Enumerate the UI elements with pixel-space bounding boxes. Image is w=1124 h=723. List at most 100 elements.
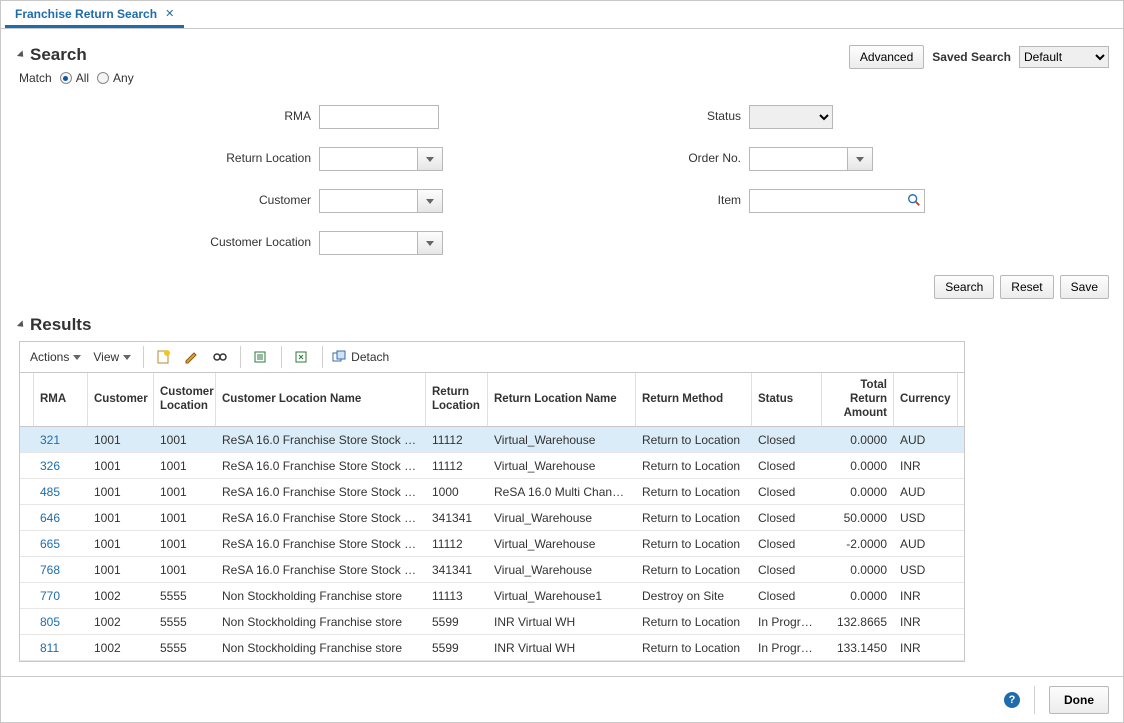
close-icon[interactable]: ✕ [165, 7, 174, 20]
page-body: Search Match All Any Advanced Saved Sear… [1, 29, 1123, 676]
reset-button[interactable]: Reset [1000, 275, 1053, 299]
return-location-input[interactable] [319, 147, 417, 171]
radio-icon [60, 72, 72, 84]
cell-customer-location: 1001 [154, 459, 216, 473]
chevron-down-icon [73, 355, 81, 360]
create-icon[interactable] [152, 346, 176, 368]
cell-status: In Progress [752, 615, 822, 629]
col-return-location-name[interactable]: Return Location Name [488, 373, 636, 426]
order-no-input[interactable] [749, 147, 847, 171]
cell-amount: 0.0000 [822, 563, 894, 577]
table-row[interactable]: 77010025555Non Stockholding Franchise st… [20, 583, 964, 609]
cell-return-location-name: Virual_Warehouse [488, 563, 636, 577]
order-no-lov-button[interactable] [847, 147, 873, 171]
col-status[interactable]: Status [752, 373, 822, 426]
customer-input[interactable] [319, 189, 417, 213]
table-row[interactable]: 80510025555Non Stockholding Franchise st… [20, 609, 964, 635]
col-currency[interactable]: Currency [894, 373, 958, 426]
help-icon[interactable]: ? [1004, 692, 1020, 708]
rma-link[interactable]: 805 [40, 615, 60, 629]
search-actions: Search Reset Save [19, 275, 1109, 299]
disclosure-icon[interactable] [17, 320, 26, 329]
return-location-lov-button[interactable] [417, 147, 443, 171]
col-rma[interactable]: RMA [34, 373, 88, 426]
table-row[interactable]: 66510011001ReSA 16.0 Franchise Store Sto… [20, 531, 964, 557]
actions-menu[interactable]: Actions [26, 348, 85, 366]
match-any-label: Any [113, 71, 134, 85]
match-all-radio[interactable]: All [60, 71, 89, 85]
customer-location-input[interactable] [319, 231, 417, 255]
search-icon[interactable] [907, 193, 921, 210]
cell-customer-location-name: ReSA 16.0 Franchise Store Stock … [216, 537, 426, 551]
tab-franchise-return-search[interactable]: Franchise Return Search ✕ [5, 0, 184, 28]
cell-return-method: Return to Location [636, 485, 752, 499]
cell-customer-location: 1001 [154, 563, 216, 577]
col-return-location[interactable]: Return Location [426, 373, 488, 426]
view-icon[interactable] [208, 346, 232, 368]
saved-search-select[interactable]: Default [1019, 46, 1109, 68]
rma-link[interactable]: 768 [40, 563, 60, 577]
cell-amount: 50.0000 [822, 511, 894, 525]
table-row[interactable]: 64610011001ReSA 16.0 Franchise Store Sto… [20, 505, 964, 531]
cell-return-method: Return to Location [636, 537, 752, 551]
edit-icon[interactable] [180, 346, 204, 368]
cell-amount: 0.0000 [822, 485, 894, 499]
cell-status: Closed [752, 511, 822, 525]
rma-input[interactable] [319, 105, 439, 129]
table-body: 32110011001ReSA 16.0 Franchise Store Sto… [20, 427, 964, 661]
customer-lov-button[interactable] [417, 189, 443, 213]
rma-link[interactable]: 811 [40, 641, 59, 655]
status-select[interactable] [749, 105, 833, 129]
chevron-down-icon [123, 355, 131, 360]
detach-button[interactable]: Detach [331, 349, 389, 365]
done-button[interactable]: Done [1049, 686, 1109, 714]
cell-return-location-name: Virtual_Warehouse [488, 459, 636, 473]
view-menu[interactable]: View [89, 348, 135, 366]
search-heading-text: Search [30, 45, 87, 65]
disclosure-icon[interactable] [17, 50, 26, 59]
search-form: RMA Status Return Location Order No. Cus… [19, 105, 1109, 255]
item-label: Item [529, 189, 749, 213]
match-any-radio[interactable]: Any [97, 71, 134, 85]
col-return-method[interactable]: Return Method [636, 373, 752, 426]
cell-return-location: 5599 [426, 615, 488, 629]
table-row[interactable]: 32610011001ReSA 16.0 Franchise Store Sto… [20, 453, 964, 479]
table-row[interactable]: 48510011001ReSA 16.0 Franchise Store Sto… [20, 479, 964, 505]
cell-return-location: 11112 [426, 537, 488, 551]
cell-customer-location: 5555 [154, 641, 216, 655]
col-customer-location-name[interactable]: Customer Location Name [216, 373, 426, 426]
cell-customer-location-name: Non Stockholding Franchise store [216, 641, 426, 655]
table-row[interactable]: 76810011001ReSA 16.0 Franchise Store Sto… [20, 557, 964, 583]
item-input[interactable] [749, 189, 925, 213]
col-total-return-amount[interactable]: Total Return Amount [822, 373, 894, 426]
search-button[interactable]: Search [934, 275, 994, 299]
rma-link[interactable]: 646 [40, 511, 60, 525]
cell-return-method: Return to Location [636, 563, 752, 577]
cell-return-location: 1000 [426, 485, 488, 499]
cell-currency: AUD [894, 433, 958, 447]
rma-label: RMA [19, 105, 319, 129]
col-customer[interactable]: Customer [88, 373, 154, 426]
cell-customer: 1001 [88, 459, 154, 473]
save-button[interactable]: Save [1060, 275, 1109, 299]
cell-customer-location: 1001 [154, 485, 216, 499]
rma-link[interactable]: 665 [40, 537, 60, 551]
col-customer-location[interactable]: Customer Location [154, 373, 216, 426]
match-all-label: All [76, 71, 89, 85]
table-row[interactable]: 81110025555Non Stockholding Franchise st… [20, 635, 964, 661]
cell-customer-location: 1001 [154, 433, 216, 447]
rma-link[interactable]: 485 [40, 485, 60, 499]
cell-customer: 1001 [88, 433, 154, 447]
cell-status: Closed [752, 589, 822, 603]
export-icon[interactable] [249, 346, 273, 368]
rma-link[interactable]: 321 [40, 433, 60, 447]
cell-customer: 1001 [88, 563, 154, 577]
cell-customer-location-name: Non Stockholding Franchise store [216, 615, 426, 629]
table-row[interactable]: 32110011001ReSA 16.0 Franchise Store Sto… [20, 427, 964, 453]
wrap-icon[interactable] [290, 346, 314, 368]
rma-link[interactable]: 326 [40, 459, 60, 473]
rma-link[interactable]: 770 [40, 589, 60, 603]
table-header: RMA Customer Customer Location Customer … [20, 373, 964, 427]
advanced-button[interactable]: Advanced [849, 45, 924, 69]
customer-location-lov-button[interactable] [417, 231, 443, 255]
